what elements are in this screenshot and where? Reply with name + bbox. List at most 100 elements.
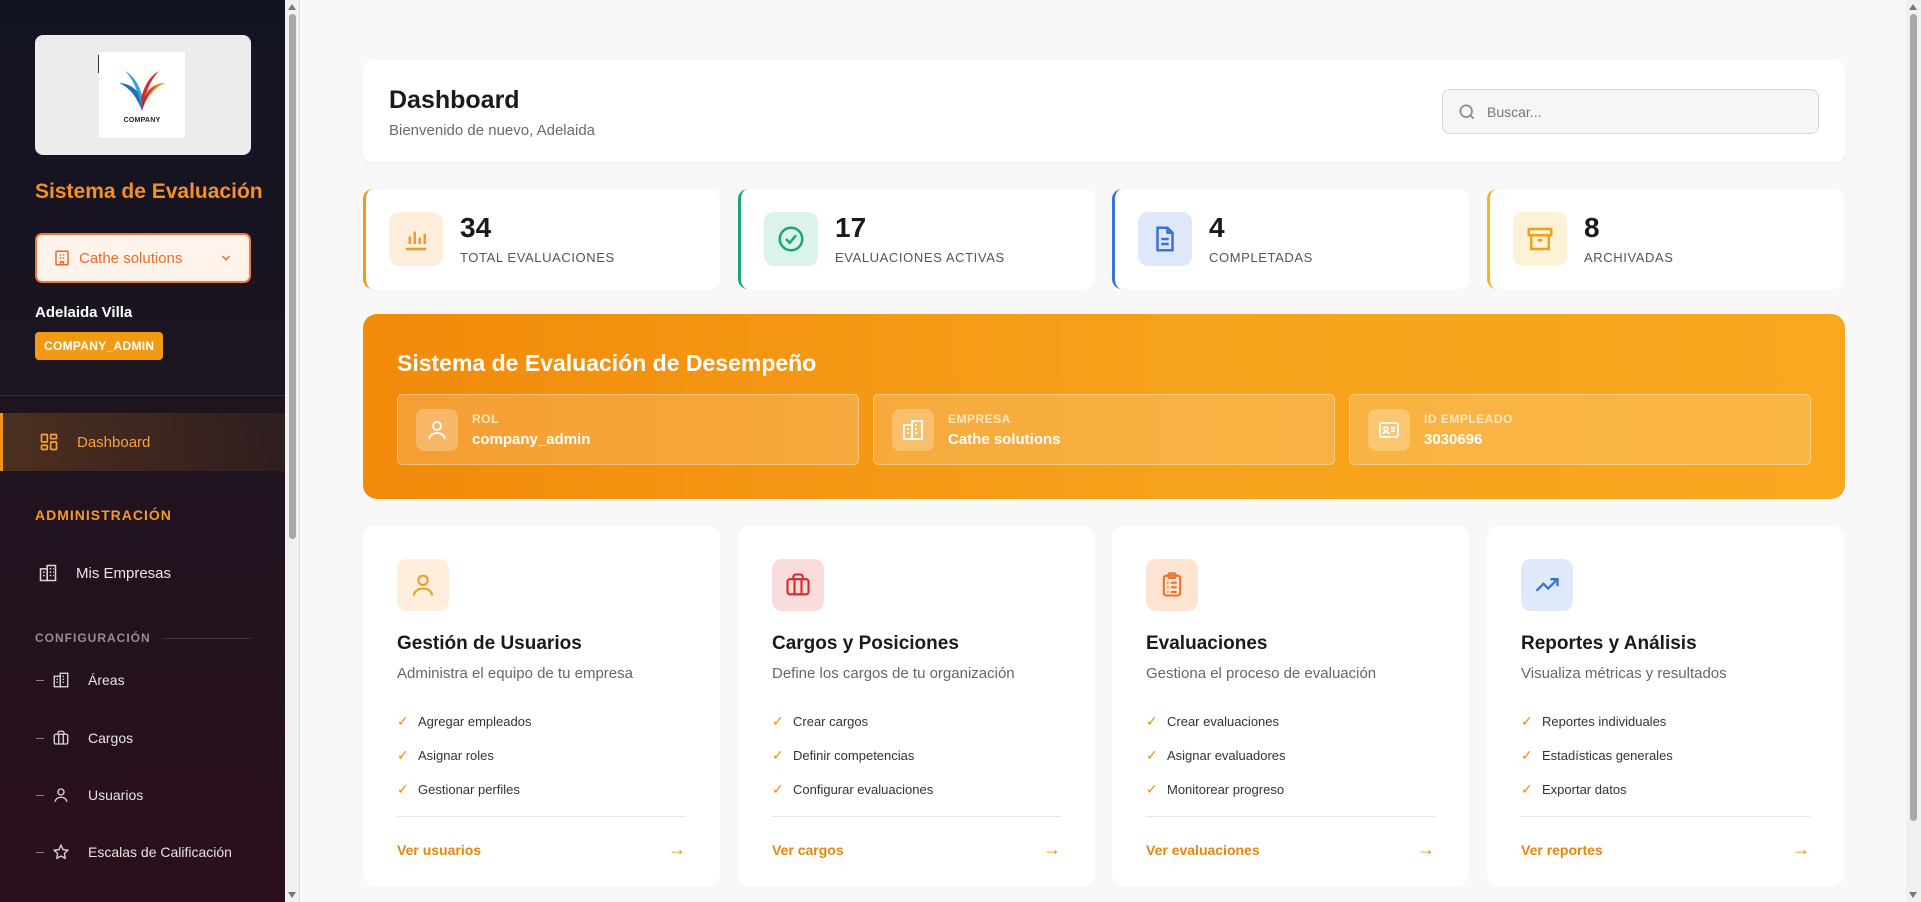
sidebar-item-label: Escalas de Calificación <box>88 844 232 860</box>
briefcase-icon <box>786 573 810 596</box>
info-value: company_admin <box>472 430 591 448</box>
list-item: ✓ Estadísticas generales <box>1521 738 1810 772</box>
module-card-reportes: Reportes y Análisis Visualiza métricas y… <box>1487 526 1844 886</box>
module-icon-box <box>1146 559 1198 611</box>
module-feature-list: ✓ Crear cargos ✓ Definir competencias ✓ Con… <box>772 704 1061 806</box>
tree-dash <box>36 737 44 739</box>
company-logo: COMPANY <box>98 52 185 138</box>
sidebar-item-cargos[interactable]: Cargos <box>36 729 133 747</box>
link-label: Ver cargos <box>772 841 844 858</box>
scroll-down-arrow[interactable] <box>1909 892 1917 898</box>
info-card-rol: ROL company_admin <box>397 394 859 465</box>
check-icon: ✓ <box>1521 746 1533 763</box>
stat-value: 8 <box>1584 211 1600 243</box>
ver-cargos-link[interactable]: Ver cargos → <box>772 839 1061 860</box>
search-box[interactable] <box>1442 89 1819 134</box>
tree-dash <box>36 851 44 853</box>
info-card-empresa: EMPRESA Cathe solutions <box>873 394 1335 465</box>
info-key: ROL <box>472 411 499 426</box>
module-title: Reportes y Análisis <box>1521 633 1697 654</box>
building-icon <box>53 672 69 688</box>
company-selector[interactable]: Cathe solutions <box>35 233 251 283</box>
list-item: ✓ Definir competencias <box>772 738 1061 772</box>
link-label: Ver usuarios <box>397 841 482 858</box>
stat-value: 17 <box>835 211 867 243</box>
sidebar-scrollbar[interactable] <box>285 0 300 902</box>
list-item: ✓ Monitorear progreso <box>1146 772 1435 806</box>
list-item: ✓ Configurar evaluaciones <box>772 772 1061 806</box>
check-icon: ✓ <box>1146 746 1158 763</box>
ver-usuarios-link[interactable]: Ver usuarios → <box>397 839 686 860</box>
page-title: Dashboard <box>389 86 520 114</box>
scrollbar-thumb[interactable] <box>289 14 296 539</box>
list-item-label: Monitorear progreso <box>1167 781 1285 797</box>
stat-icon-box <box>1138 212 1192 266</box>
module-title: Evaluaciones <box>1146 633 1268 654</box>
module-card-usuarios: Gestión de Usuarios Administra el equipo… <box>363 526 720 886</box>
clipboard-icon <box>1162 572 1182 597</box>
scroll-up-arrow[interactable] <box>288 4 296 10</box>
info-key: ID EMPLEADO <box>1424 411 1513 426</box>
stat-value: 34 <box>460 211 492 243</box>
text-cursor <box>98 55 99 73</box>
info-key: EMPRESA <box>948 411 1011 426</box>
module-card-cargos: Cargos y Posiciones Define los cargos de… <box>738 526 1095 886</box>
stat-label: EVALUACIONES ACTIVAS <box>835 249 1005 265</box>
module-divider <box>1146 816 1435 817</box>
scroll-up-arrow[interactable] <box>1909 4 1917 10</box>
list-item: ✓ Agregar empleados <box>397 704 686 738</box>
module-feature-list: ✓ Crear evaluaciones ✓ Asignar evaluadores… <box>1146 704 1435 806</box>
user-icon <box>412 574 434 596</box>
stat-label: ARCHIVADAS <box>1584 249 1674 265</box>
page-scrollbar[interactable] <box>1906 0 1921 902</box>
company-selector-label: Cathe solutions <box>79 249 183 267</box>
sidebar-item-dashboard[interactable]: Dashboard <box>0 413 285 471</box>
search-icon <box>1459 104 1475 119</box>
ver-reportes-link[interactable]: Ver reportes → <box>1521 839 1810 860</box>
sidebar-item-escalas[interactable]: Escalas de Calificación <box>36 843 232 861</box>
module-description: Administra el equipo de tu empresa <box>397 665 633 682</box>
module-icon-box <box>397 559 449 611</box>
wings-logo-icon <box>119 70 165 111</box>
user-icon <box>428 420 446 439</box>
sidebar-item-label: Usuarios <box>88 787 144 803</box>
link-label: Ver reportes <box>1521 841 1603 858</box>
company-logo-box: COMPANY <box>35 35 251 155</box>
sidebar-item-label: Cargos <box>88 730 134 746</box>
role-badge: COMPANY_ADMIN <box>35 332 164 360</box>
arrow-right-icon: → <box>1792 839 1810 859</box>
list-item: ✓ Gestionar perfiles <box>397 772 686 806</box>
list-item-label: Asignar roles <box>418 747 494 763</box>
scroll-down-arrow[interactable] <box>288 892 296 898</box>
module-divider <box>1521 816 1810 817</box>
trending-up-icon <box>1535 578 1559 592</box>
list-item-label: Exportar datos <box>1542 781 1627 797</box>
building-icon <box>55 250 69 266</box>
list-item: ✓ Exportar datos <box>1521 772 1810 806</box>
sidebar-item-label: Mis Empresas <box>76 564 172 582</box>
module-divider <box>772 816 1061 817</box>
scrollbar-thumb[interactable] <box>1910 14 1917 821</box>
system-title: Sistema de Evaluación <box>35 180 263 203</box>
briefcase-icon <box>53 730 69 745</box>
welcome-text: Bienvenido de nuevo, Adelaida <box>389 122 596 139</box>
sidebar-item-areas[interactable]: Áreas <box>36 671 125 689</box>
sidebar-item-mis-empresas[interactable]: Mis Empresas <box>38 563 171 583</box>
stat-card-total: 34 TOTAL EVALUACIONES <box>363 189 720 289</box>
document-icon <box>1156 226 1174 252</box>
building-icon <box>39 564 57 582</box>
tree-dash <box>36 679 44 681</box>
sidebar-divider <box>0 395 285 396</box>
sidebar-item-usuarios[interactable]: Usuarios <box>36 786 143 804</box>
section-title-admin: ADMINISTRACIÓN <box>35 507 172 523</box>
search-input[interactable] <box>1487 103 1807 120</box>
list-item: ✓ Asignar evaluadores <box>1146 738 1435 772</box>
list-item-label: Gestionar perfiles <box>418 781 520 797</box>
tree-dash <box>36 794 44 796</box>
ver-evaluaciones-link[interactable]: Ver evaluaciones → <box>1146 839 1435 860</box>
user-name: Adelaida Villa <box>35 304 133 321</box>
arrow-right-icon: → <box>1043 839 1061 859</box>
bar-chart-icon <box>406 231 426 251</box>
list-item: ✓ Crear cargos <box>772 704 1061 738</box>
check-icon: ✓ <box>397 712 409 729</box>
